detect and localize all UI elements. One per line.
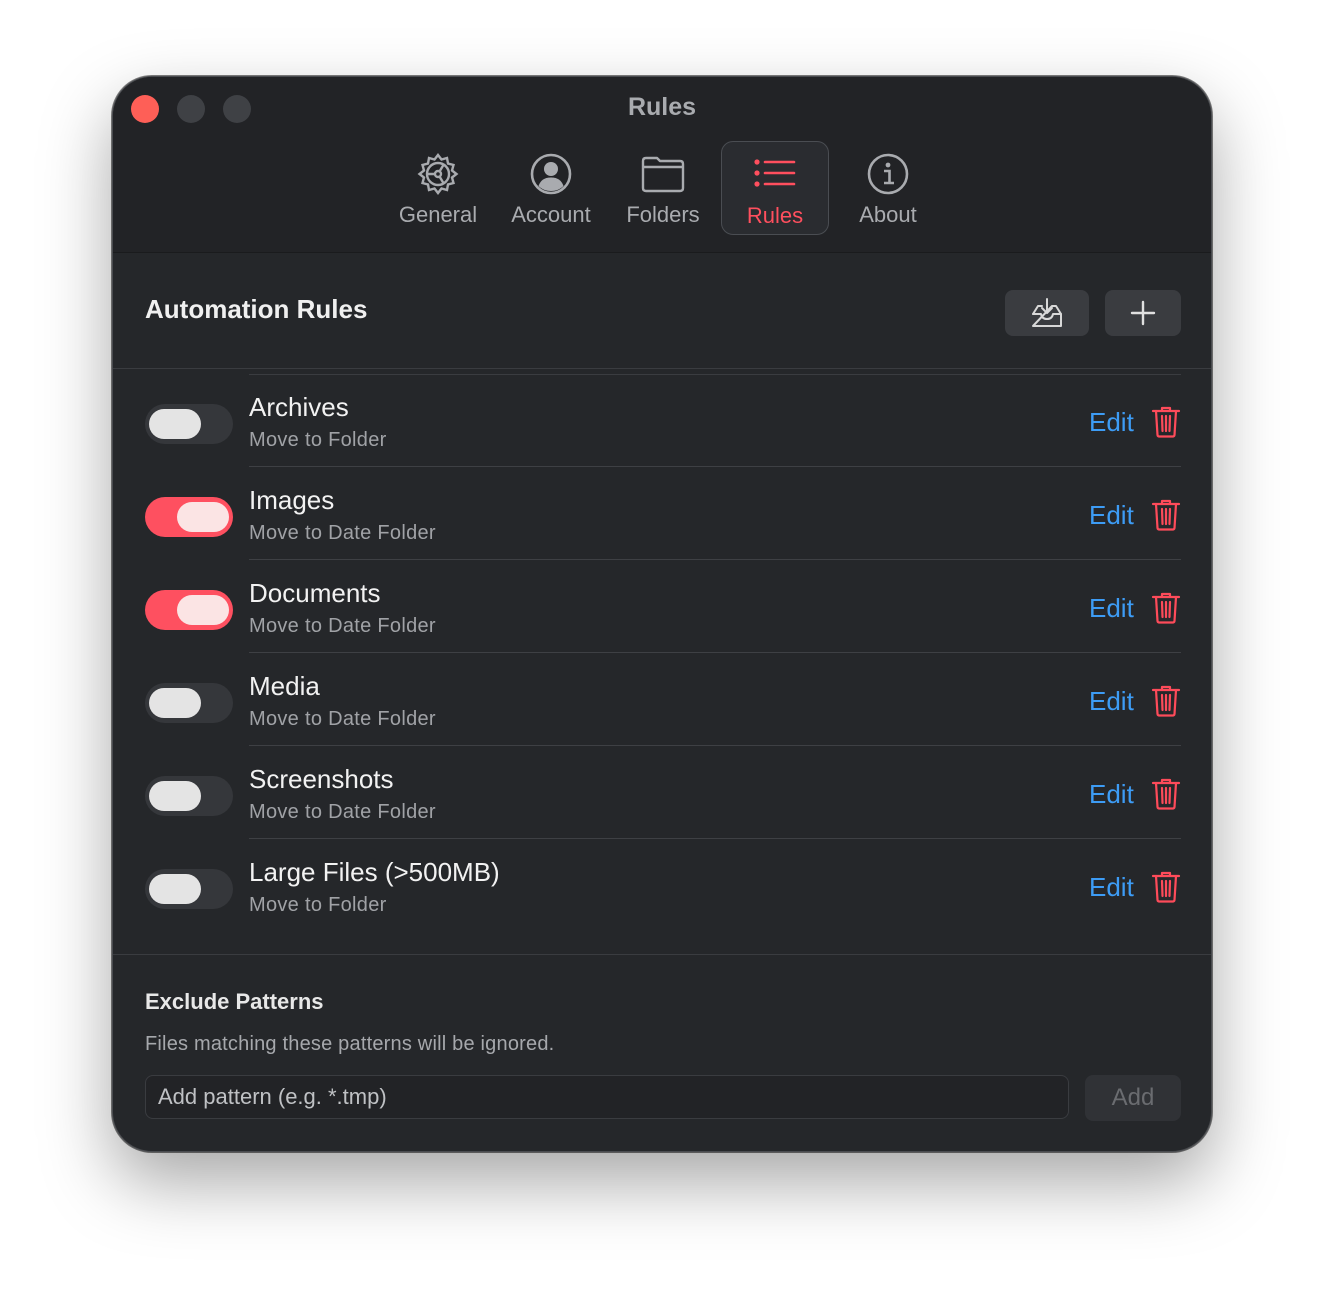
trash-icon[interactable] [1151,685,1181,717]
trash-icon[interactable] [1151,778,1181,810]
tab-general[interactable]: General [384,141,492,235]
edit-rule-button[interactable]: Edit [1089,872,1134,903]
rule-row-images: Images Move to Date Folder Edit [113,467,1211,560]
titlebar: Rules General Account Folders Rules Abou… [113,77,1211,253]
rule-row-media: Media Move to Date Folder Edit [113,653,1211,746]
rule-toggle[interactable] [145,869,233,909]
exclude-patterns-title: Exclude Patterns [145,989,324,1014]
rule-toggle[interactable] [145,683,233,723]
rule-name: Media [249,671,320,701]
exclude-patterns-section: Exclude Patterns Files matching these pa… [113,954,1211,1151]
edit-rule-button[interactable]: Edit [1089,500,1134,531]
exclude-patterns-description: Files matching these patterns will be ig… [145,1033,555,1055]
tab-bar: General Account Folders Rules About [113,141,1211,237]
edit-rule-button[interactable]: Edit [1089,407,1134,438]
tab-folders[interactable]: Folders [609,141,717,235]
window-title: Rules [627,93,697,121]
rule-row-documents: Documents Move to Date Folder Edit [113,560,1211,653]
tab-folders-label: Folders [626,202,700,227]
rule-action: Move to Date Folder [249,801,436,823]
tab-about[interactable]: About [834,141,942,235]
add-pattern-button[interactable]: Add [1085,1075,1181,1121]
edit-rule-button[interactable]: Edit [1089,593,1134,624]
automation-rules-header: Automation Rules [113,252,1211,369]
rule-name: Archives [249,392,349,422]
tab-account[interactable]: Account [497,141,605,235]
tab-general-label: General [398,202,478,227]
rule-action: Move to Folder [249,894,387,916]
automation-rules-title: Automation Rules [145,294,368,324]
rule-toggle[interactable] [145,776,233,816]
rule-action: Move to Date Folder [249,522,436,544]
trash-icon[interactable] [1151,406,1181,438]
plus-icon [1130,300,1156,326]
trash-icon[interactable] [1151,592,1181,624]
settings-window: Rules General Account Folders Rules Abou… [112,76,1212,1152]
rule-name: Large Files (>500MB) [249,857,500,887]
trash-icon[interactable] [1151,499,1181,531]
list-icon [754,159,796,187]
rule-toggle[interactable] [145,590,233,630]
rule-row-archives: Archives Move to Folder Edit [113,374,1211,467]
tab-rules[interactable]: Rules [721,141,829,235]
add-rule-button[interactable] [1105,290,1181,336]
rule-action: Move to Folder [249,429,387,451]
rule-name: Documents [249,578,381,608]
rule-name: Images [249,485,335,515]
edit-rule-button[interactable]: Edit [1089,779,1134,810]
rule-toggle[interactable] [145,497,233,537]
tab-rules-label: Rules [746,203,804,228]
person-circle-icon [530,153,572,195]
rule-action: Move to Date Folder [249,708,436,730]
rule-row-screenshots: Screenshots Move to Date Folder Edit [113,746,1211,839]
gear-icon [417,153,459,195]
edit-rule-button[interactable]: Edit [1089,686,1134,717]
rule-action: Move to Date Folder [249,615,436,637]
tray-download-icon [1032,298,1062,327]
trash-icon[interactable] [1151,871,1181,903]
pattern-input[interactable] [145,1075,1069,1119]
info-icon [867,153,909,195]
rule-toggle[interactable] [145,404,233,444]
rule-row-large-files: Large Files (>500MB) Move to Folder Edit [113,839,1211,932]
import-rules-button[interactable] [1005,290,1089,336]
tab-account-label: Account [511,202,591,227]
rule-name: Screenshots [249,764,394,794]
tab-about-label: About [859,202,917,227]
folder-icon [641,156,685,193]
